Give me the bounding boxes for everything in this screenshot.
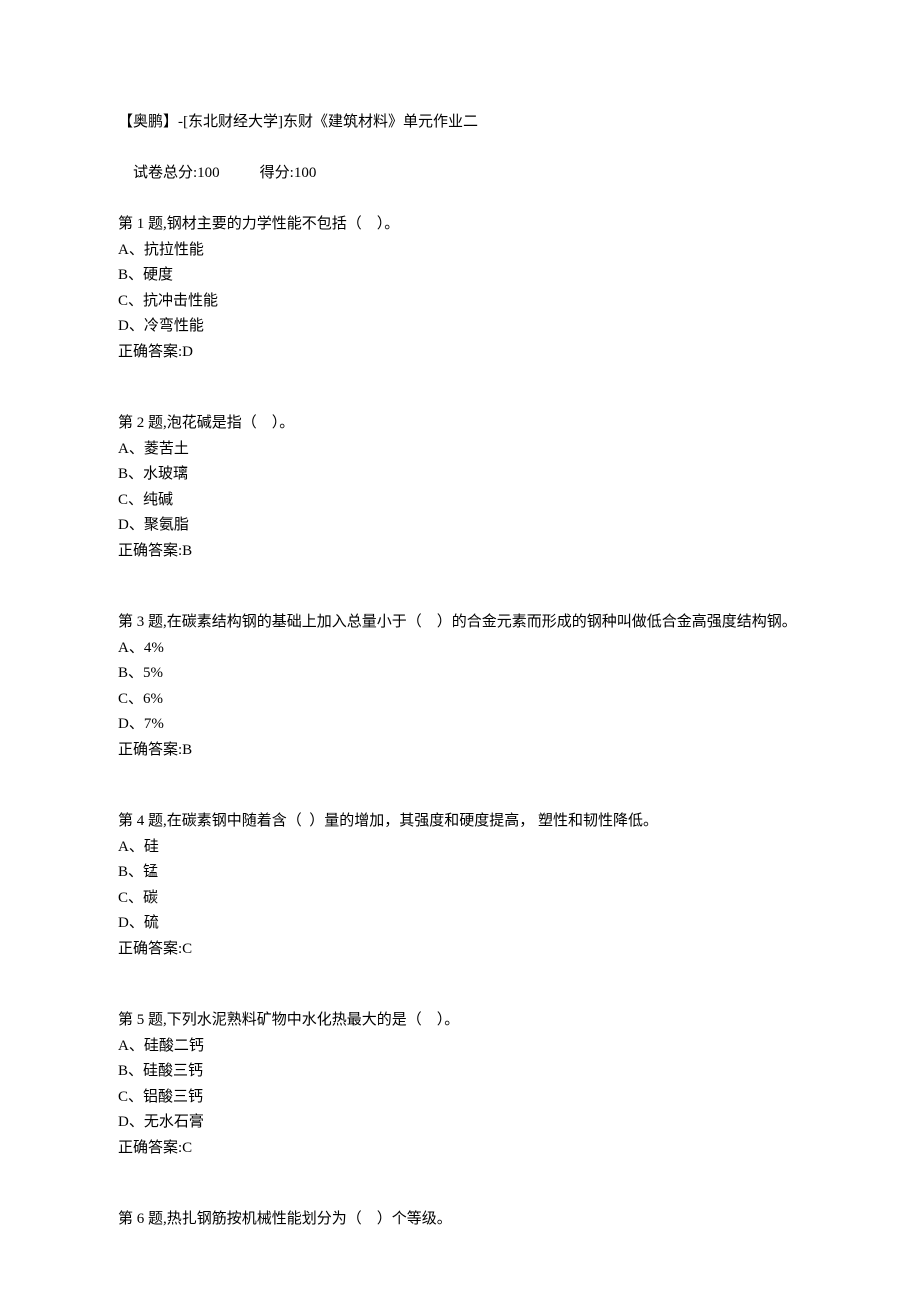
answer-value: C bbox=[182, 941, 192, 957]
question-option: C、抗冲击性能 bbox=[118, 289, 802, 315]
score-line: 试卷总分:100得分:100 bbox=[118, 136, 802, 213]
answer-label: 正确答案: bbox=[118, 941, 182, 957]
question-option: B、硅酸三钙 bbox=[118, 1059, 802, 1085]
question-block: 第 3 题,在碳素结构钢的基础上加入总量小于（ ）的合金元素而形成的钢种叫做低合… bbox=[118, 610, 802, 763]
answer-label: 正确答案: bbox=[118, 543, 182, 559]
question-prompt: 第 2 题,泡花碱是指（ ）。 bbox=[118, 411, 802, 437]
answer-value: B bbox=[182, 742, 192, 758]
document-title: 【奥鹏】-[东北财经大学]东财《建筑材料》单元作业二 bbox=[118, 110, 802, 136]
question-option: A、菱苦土 bbox=[118, 437, 802, 463]
question-prompt: 第 1 题,钢材主要的力学性能不包括（ ）。 bbox=[118, 212, 802, 238]
question-option: A、硅 bbox=[118, 835, 802, 861]
question-option: D、冷弯性能 bbox=[118, 314, 802, 340]
question-option: C、纯碱 bbox=[118, 488, 802, 514]
question-block: 第 6 题,热扎钢筋按机械性能划分为（ ）个等级。 bbox=[118, 1207, 802, 1233]
answer-line: 正确答案:C bbox=[118, 937, 802, 963]
question-prompt: 第 6 题,热扎钢筋按机械性能划分为（ ）个等级。 bbox=[118, 1207, 802, 1233]
answer-line: 正确答案:B bbox=[118, 738, 802, 764]
question-option: D、无水石膏 bbox=[118, 1110, 802, 1136]
question-prompt: 第 4 题,在碳素钢中随着含（ ）量的增加，其强度和硬度提高， 塑性和韧性降低。 bbox=[118, 809, 802, 835]
total-score-value: 100 bbox=[197, 165, 220, 181]
question-option: D、聚氨脂 bbox=[118, 513, 802, 539]
question-option: B、水玻璃 bbox=[118, 462, 802, 488]
question-option: D、7% bbox=[118, 712, 802, 738]
answer-line: 正确答案:B bbox=[118, 539, 802, 565]
question-option: B、5% bbox=[118, 661, 802, 687]
answer-label: 正确答案: bbox=[118, 1140, 182, 1156]
answer-line: 正确答案:C bbox=[118, 1136, 802, 1162]
question-option: A、硅酸二钙 bbox=[118, 1034, 802, 1060]
question-block: 第 4 题,在碳素钢中随着含（ ）量的增加，其强度和硬度提高， 塑性和韧性降低。… bbox=[118, 809, 802, 962]
question-option: A、4% bbox=[118, 636, 802, 662]
question-option: D、硫 bbox=[118, 911, 802, 937]
answer-line: 正确答案:D bbox=[118, 340, 802, 366]
question-block: 第 2 题,泡花碱是指（ ）。 A、菱苦土 B、水玻璃 C、纯碱 D、聚氨脂 正… bbox=[118, 411, 802, 564]
question-option: A、抗拉性能 bbox=[118, 238, 802, 264]
score-value: 100 bbox=[294, 165, 317, 181]
question-option: B、锰 bbox=[118, 860, 802, 886]
answer-value: B bbox=[182, 543, 192, 559]
question-block: 第 1 题,钢材主要的力学性能不包括（ ）。 A、抗拉性能 B、硬度 C、抗冲击… bbox=[118, 212, 802, 365]
question-block: 第 5 题,下列水泥熟料矿物中水化热最大的是（ ）。 A、硅酸二钙 B、硅酸三钙… bbox=[118, 1008, 802, 1161]
total-score-label: 试卷总分: bbox=[133, 165, 197, 181]
question-prompt: 第 5 题,下列水泥熟料矿物中水化热最大的是（ ）。 bbox=[118, 1008, 802, 1034]
answer-label: 正确答案: bbox=[118, 344, 182, 360]
question-prompt: 第 3 题,在碳素结构钢的基础上加入总量小于（ ）的合金元素而形成的钢种叫做低合… bbox=[118, 610, 802, 636]
question-option: C、碳 bbox=[118, 886, 802, 912]
question-option: C、铝酸三钙 bbox=[118, 1085, 802, 1111]
answer-value: D bbox=[182, 344, 193, 360]
answer-label: 正确答案: bbox=[118, 742, 182, 758]
document-page: 【奥鹏】-[东北财经大学]东财《建筑材料》单元作业二 试卷总分:100得分:10… bbox=[0, 0, 920, 1302]
answer-value: C bbox=[182, 1140, 192, 1156]
score-label: 得分: bbox=[260, 165, 294, 181]
question-option: C、6% bbox=[118, 687, 802, 713]
question-option: B、硬度 bbox=[118, 263, 802, 289]
